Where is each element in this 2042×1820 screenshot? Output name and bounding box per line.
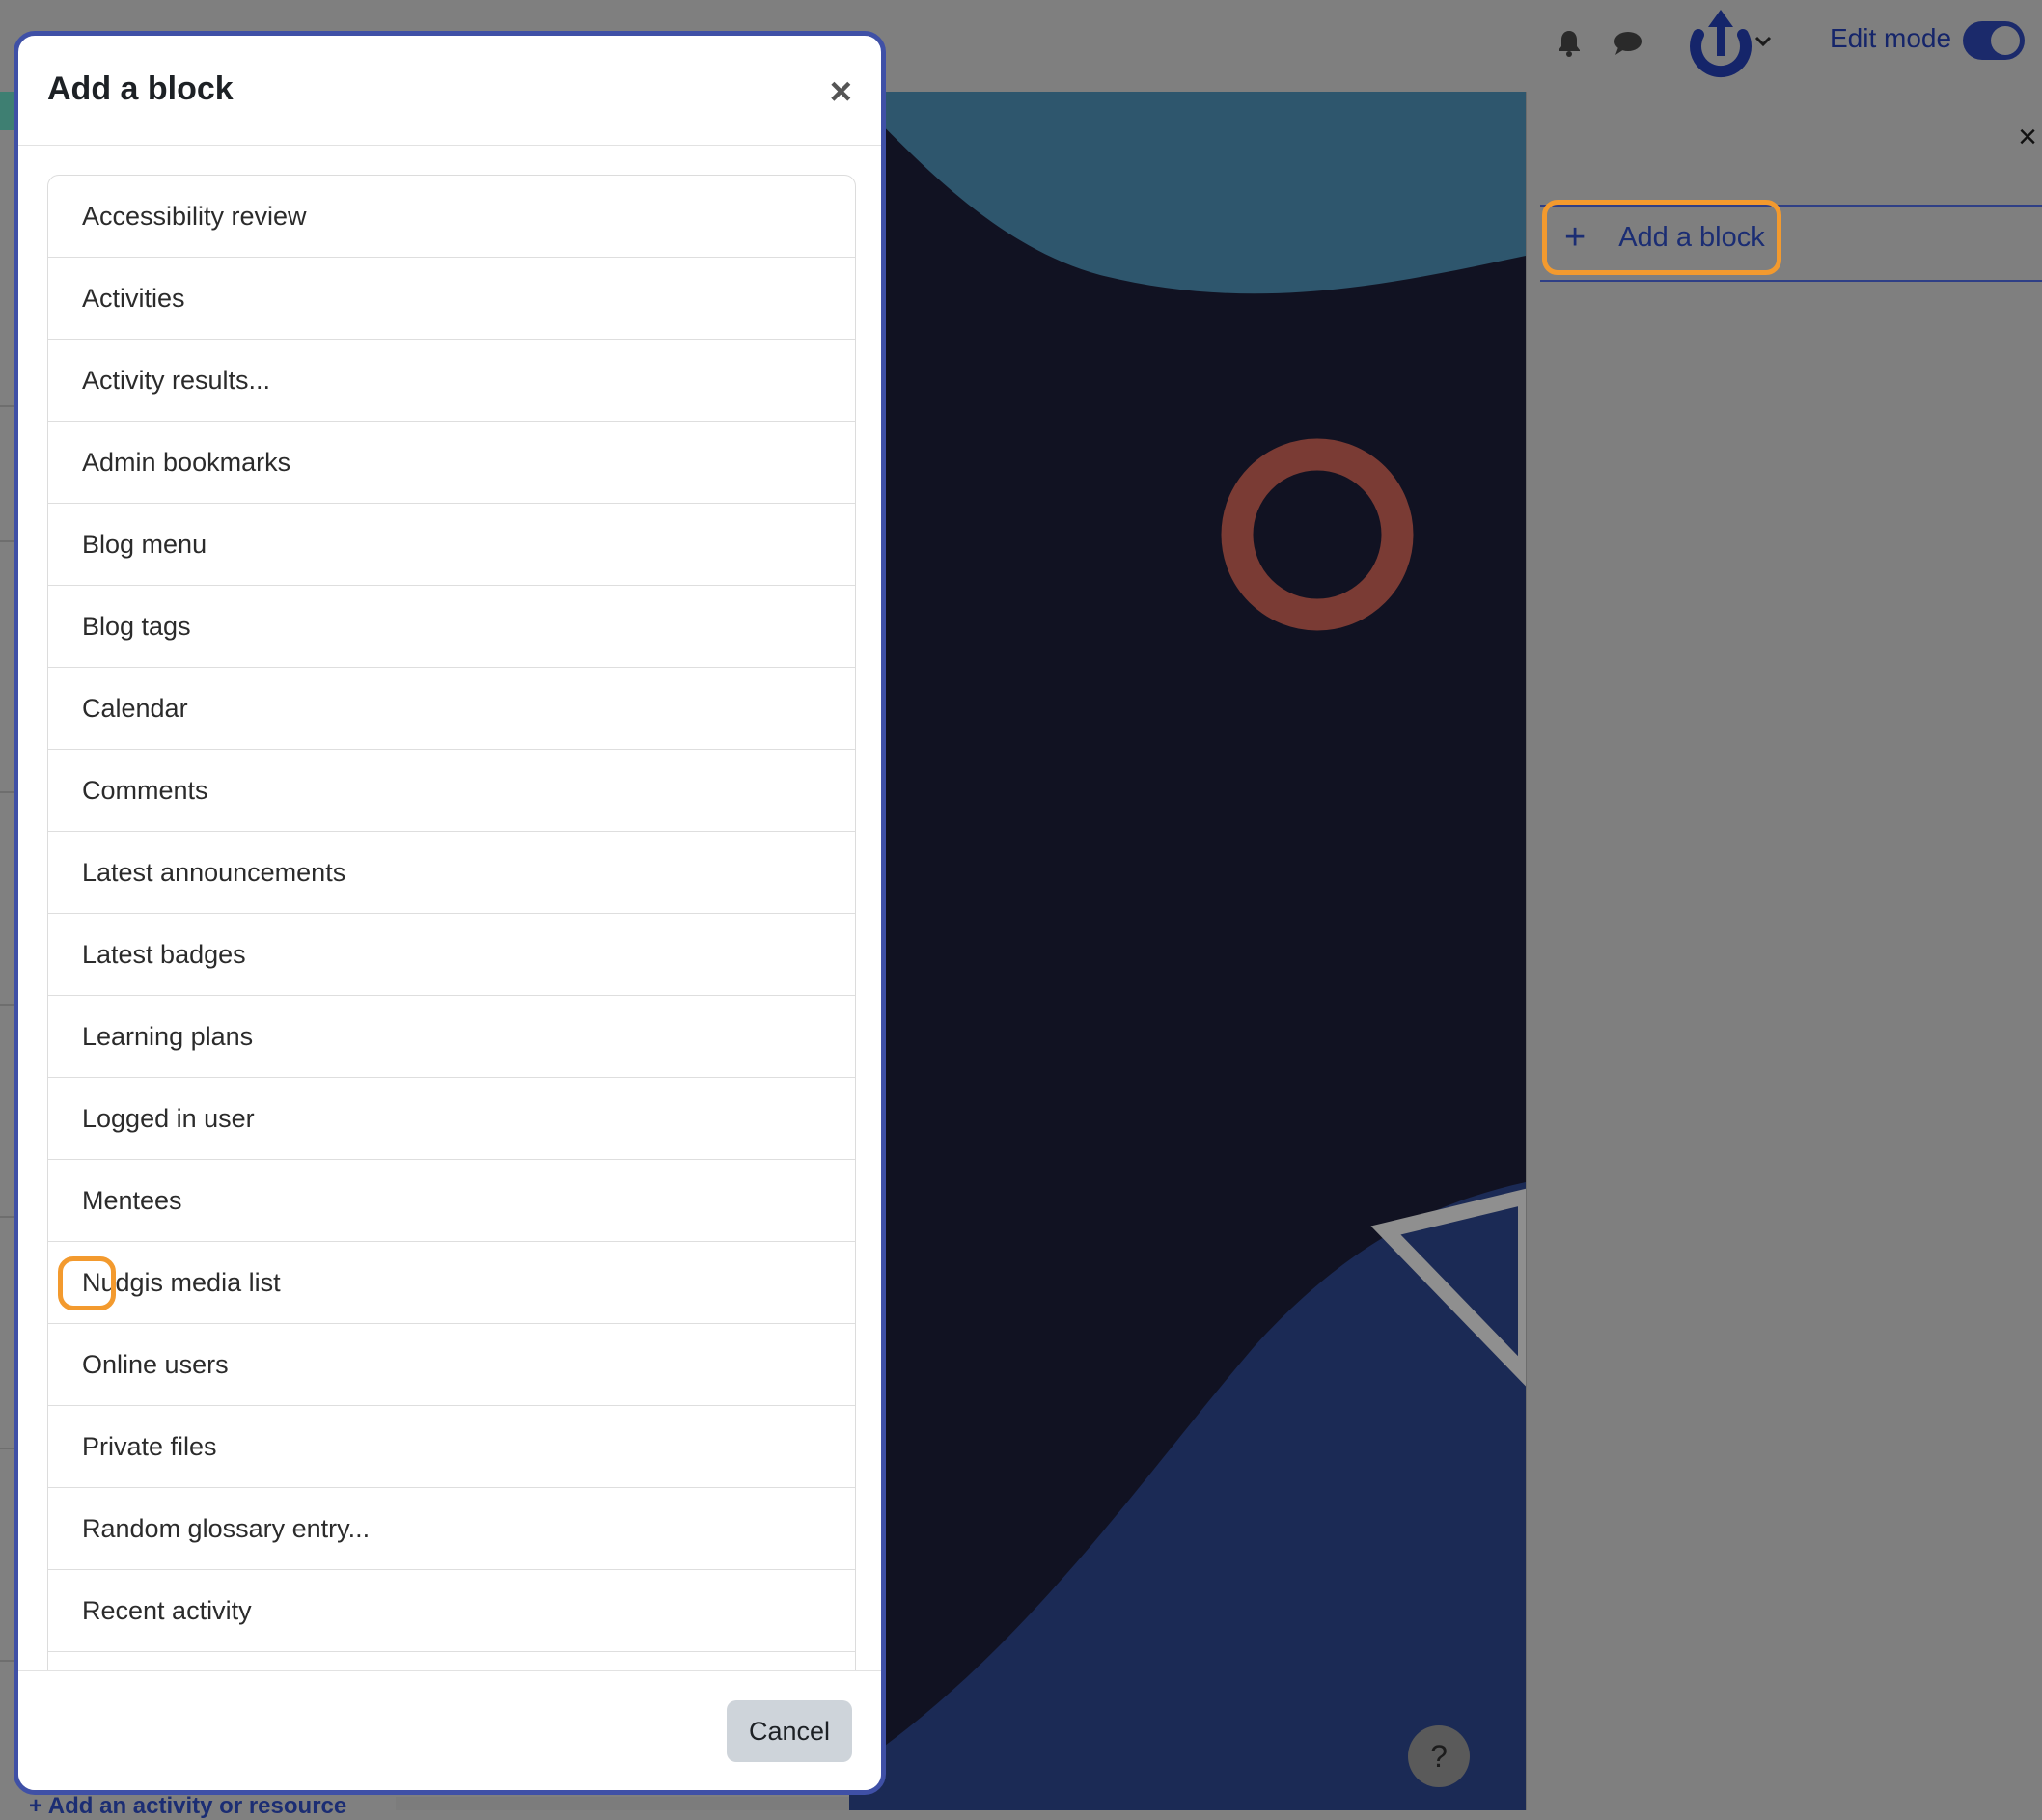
block-option[interactable]: Accessibility review (48, 176, 855, 258)
page-footer-strip (396, 1797, 849, 1810)
block-option-label: Blog menu (82, 529, 207, 559)
edit-mode-label: Edit mode (1830, 23, 1952, 53)
block-option[interactable]: Calendar (48, 668, 855, 750)
block-option-label: Calendar (82, 693, 188, 723)
modal-body: Accessibility review Activities Activity r… (18, 146, 881, 1711)
block-option[interactable]: Online users (48, 1324, 855, 1406)
block-option[interactable]: Private files (48, 1406, 855, 1488)
block-option[interactable]: Recent activity (48, 1570, 855, 1652)
divider (0, 405, 14, 407)
block-option[interactable]: Latest badges (48, 914, 855, 996)
course-hero-image (849, 92, 1526, 1810)
block-option-label: Latest announcements (82, 857, 346, 887)
block-drawer: × + Add a block (1526, 92, 2042, 1810)
chevron-down-icon[interactable] (1751, 29, 1776, 54)
block-list: Accessibility review Activities Activity r… (47, 175, 856, 1711)
divider (0, 1660, 14, 1662)
divider (0, 1004, 14, 1006)
plus-icon: + (1564, 217, 1587, 258)
block-option-label: Online users (82, 1349, 229, 1379)
block-option[interactable]: Blog menu (48, 504, 855, 586)
block-option-label: Comments (82, 775, 208, 805)
block-option[interactable]: Latest announcements (48, 832, 855, 914)
divider (0, 540, 14, 542)
block-option-label: Activities (82, 283, 185, 313)
drawer-close-icon[interactable]: × (2018, 121, 2037, 153)
block-option-label: Mentees (82, 1185, 182, 1215)
block-option[interactable]: Comments (48, 750, 855, 832)
cancel-button[interactable]: Cancel (727, 1700, 852, 1762)
block-option-label: Accessibility review (82, 201, 307, 231)
block-option-label: Blog tags (82, 611, 191, 641)
add-block-modal: Add a block × Accessibility review Activi… (14, 31, 886, 1795)
block-option-label: Private files (82, 1431, 217, 1461)
modal-title: Add a block (47, 70, 234, 107)
block-option[interactable]: Activities (48, 258, 855, 340)
block-option[interactable]: Blog tags (48, 586, 855, 668)
block-option-label: Activity results... (82, 365, 271, 395)
drawer-add-block-label: Add a block (1618, 221, 1765, 253)
modal-header: Add a block × (18, 36, 881, 146)
block-option[interactable]: Learning plans (48, 996, 855, 1078)
block-option-label: Recent activity (82, 1595, 252, 1625)
divider (0, 791, 14, 793)
block-option[interactable]: Mentees (48, 1160, 855, 1242)
block-option[interactable]: Nudgis media list (48, 1242, 855, 1324)
bell-icon[interactable] (1547, 21, 1591, 66)
block-option-label: Logged in user (82, 1103, 255, 1133)
edit-mode-toggle[interactable] (1963, 21, 2025, 60)
block-option-label: Admin bookmarks (82, 447, 291, 477)
add-activity-link[interactable]: + Add an activity or resource (29, 1793, 346, 1820)
help-button[interactable]: ? (1408, 1725, 1470, 1787)
divider (0, 1448, 14, 1449)
block-option-label: Random glossary entry... (82, 1513, 371, 1543)
block-option-label: Latest badges (82, 939, 246, 969)
block-option[interactable]: Random glossary entry... (48, 1488, 855, 1570)
block-option[interactable]: Logged in user (48, 1078, 855, 1160)
block-option[interactable]: Activity results... (48, 340, 855, 422)
block-option[interactable]: Admin bookmarks (48, 422, 855, 504)
close-icon[interactable]: × (830, 72, 852, 111)
modal-footer: Cancel (18, 1670, 881, 1790)
chat-icon[interactable] (1606, 21, 1650, 66)
block-option-label: Learning plans (82, 1021, 254, 1051)
highlight-outline (58, 1256, 116, 1310)
drawer-add-block-button[interactable]: + Add a block (1542, 200, 1781, 275)
divider (0, 1216, 14, 1218)
divider (1540, 280, 2042, 282)
